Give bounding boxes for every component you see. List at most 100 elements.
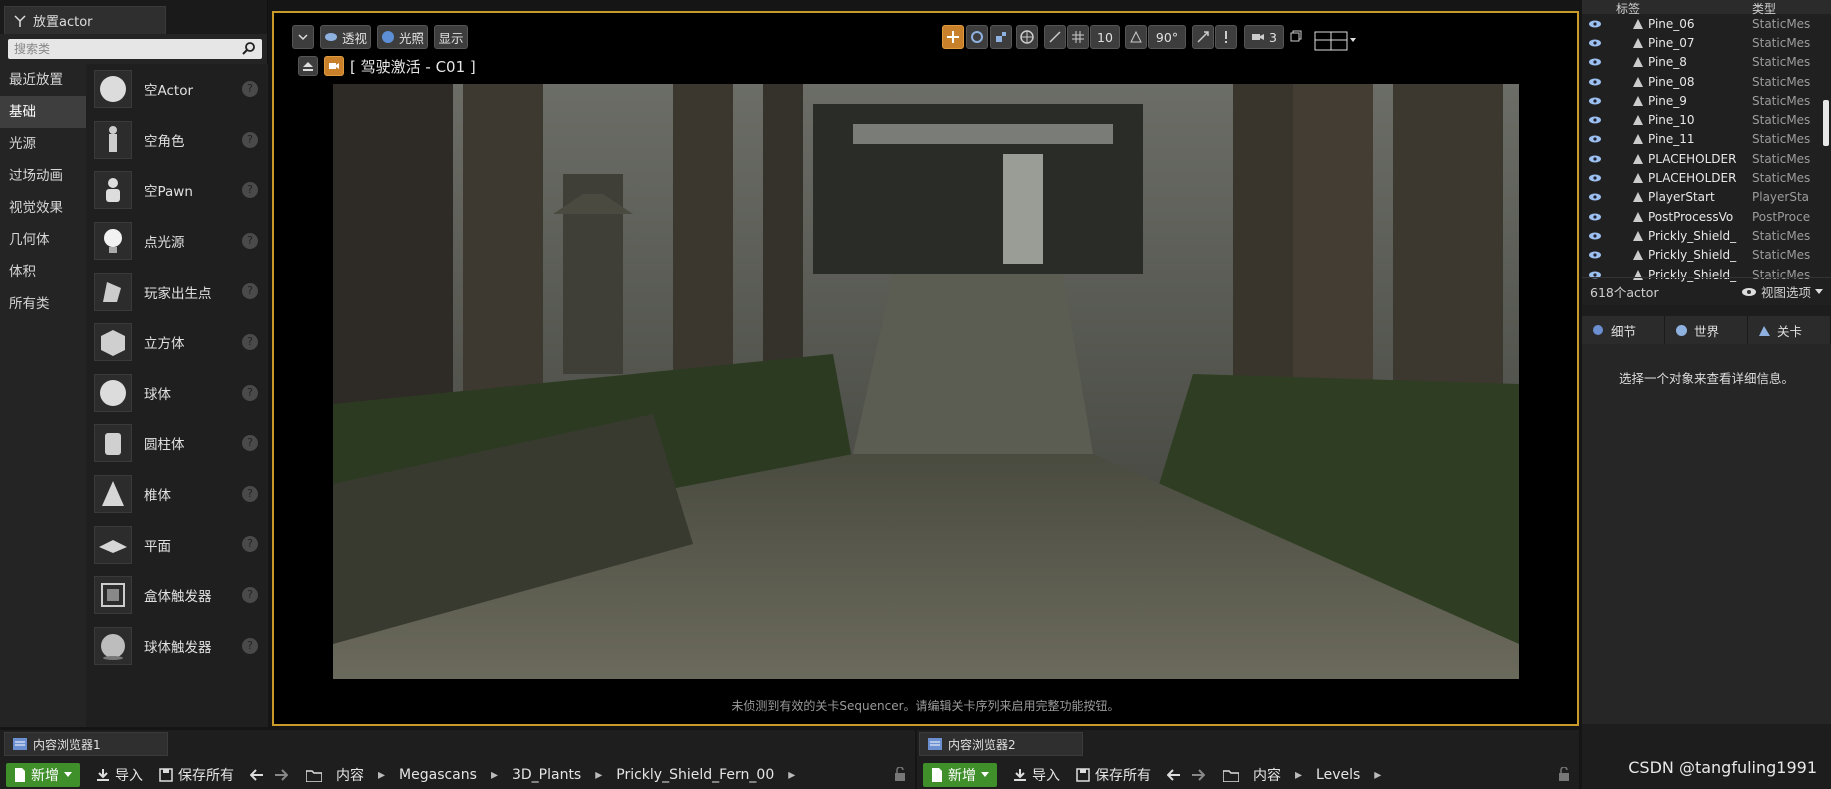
path-segment[interactable]: 3D_Plants bbox=[512, 767, 581, 783]
outliner-row[interactable]: PLACEHOLDER StaticMes bbox=[1582, 168, 1831, 187]
actor-item[interactable]: 空Pawn? bbox=[86, 165, 268, 216]
path-separator-icon[interactable]: ▸ bbox=[491, 767, 498, 783]
category-item[interactable]: 最近放置 bbox=[0, 64, 86, 96]
tab-level[interactable]: 关卡 bbox=[1748, 316, 1830, 344]
new-button[interactable]: 新增 bbox=[923, 763, 997, 787]
outliner-row[interactable]: Pine_9 StaticMes bbox=[1582, 91, 1831, 110]
path-segment[interactable]: Megascans bbox=[399, 767, 477, 783]
import-button[interactable]: 导入 bbox=[1013, 765, 1060, 785]
actor-item[interactable]: 玩家出生点? bbox=[86, 266, 268, 317]
content-browser-1-tab[interactable]: 内容浏览器1 bbox=[4, 732, 168, 756]
path-separator-icon[interactable]: ▸ bbox=[595, 767, 602, 783]
import-button[interactable]: 导入 bbox=[96, 765, 143, 785]
scale-snap-toggle[interactable] bbox=[1192, 25, 1214, 49]
col-type-header[interactable]: 类型 bbox=[1752, 0, 1776, 16]
outliner-row[interactable]: Prickly_Shield_ StaticMes bbox=[1582, 246, 1831, 265]
world-local-toggle[interactable] bbox=[1016, 25, 1038, 49]
col-label-header[interactable]: 标签 bbox=[1616, 0, 1752, 16]
path-segment[interactable]: Levels bbox=[1316, 767, 1360, 783]
outliner-row[interactable]: Pine_06 StaticMes bbox=[1582, 14, 1831, 33]
path-separator-icon[interactable]: ▸ bbox=[1295, 767, 1302, 783]
outliner-row[interactable]: Pine_08 StaticMes bbox=[1582, 72, 1831, 91]
viewport-options-button[interactable] bbox=[292, 25, 314, 49]
path-separator-icon[interactable]: ▸ bbox=[788, 767, 795, 783]
visibility-eye-icon[interactable] bbox=[1588, 58, 1602, 66]
outliner-row[interactable]: Pine_07 StaticMes bbox=[1582, 33, 1831, 52]
category-item[interactable]: 过场动画 bbox=[0, 160, 86, 192]
help-icon[interactable]: ? bbox=[242, 435, 258, 452]
rotation-snap-toggle[interactable] bbox=[1125, 25, 1147, 49]
visibility-eye-icon[interactable] bbox=[1588, 232, 1602, 240]
visibility-eye-icon[interactable] bbox=[1588, 155, 1602, 163]
path-segment[interactable]: 内容 bbox=[1253, 765, 1281, 785]
path-segment[interactable]: 内容 bbox=[336, 765, 364, 785]
scale-snap-value[interactable] bbox=[1215, 25, 1237, 49]
help-icon[interactable]: ? bbox=[242, 333, 258, 350]
visibility-eye-icon[interactable] bbox=[1588, 116, 1602, 124]
actor-item[interactable]: 球体触发器? bbox=[86, 621, 268, 672]
actor-item[interactable]: 立方体? bbox=[86, 317, 268, 368]
category-item[interactable]: 光源 bbox=[0, 128, 86, 160]
actor-item[interactable]: 盒体触发器? bbox=[86, 570, 268, 621]
path-separator-icon[interactable]: ▸ bbox=[1374, 767, 1381, 783]
path-segment[interactable]: Prickly_Shield_Fern_00 bbox=[616, 767, 774, 783]
help-icon[interactable]: ? bbox=[242, 536, 258, 553]
actor-item[interactable]: 空Actor? bbox=[86, 64, 268, 115]
layout-menu-icon[interactable] bbox=[1314, 28, 1356, 52]
category-item[interactable]: 几何体 bbox=[0, 224, 86, 256]
help-icon[interactable]: ? bbox=[242, 131, 258, 148]
help-icon[interactable]: ? bbox=[242, 232, 258, 249]
category-item[interactable]: 视觉效果 bbox=[0, 192, 86, 224]
level-viewport[interactable]: 透视 光照 显示 [ 驾驶激活 - C01 ] 10 90° 3 未侦测到有效的… bbox=[272, 11, 1579, 726]
lit-mode-button[interactable]: 光照 bbox=[377, 25, 428, 49]
actor-item[interactable]: 椎体? bbox=[86, 469, 268, 520]
forward-arrow-icon[interactable] bbox=[1191, 769, 1205, 781]
visibility-eye-icon[interactable] bbox=[1588, 174, 1602, 182]
grid-snap-toggle[interactable] bbox=[1067, 25, 1089, 49]
help-icon[interactable]: ? bbox=[242, 485, 258, 502]
content-browser-2-tab[interactable]: 内容浏览器2 bbox=[919, 732, 1083, 756]
show-button[interactable]: 显示 bbox=[434, 25, 468, 49]
outliner-row[interactable]: Prickly_Shield_ StaticMes bbox=[1582, 226, 1831, 245]
lock-icon[interactable] bbox=[1557, 767, 1571, 781]
eject-button[interactable] bbox=[298, 56, 318, 76]
visibility-eye-icon[interactable] bbox=[1588, 251, 1602, 259]
tab-details[interactable]: 细节 bbox=[1582, 316, 1664, 344]
outliner-row[interactable]: PostProcessVo PostProce bbox=[1582, 207, 1831, 226]
back-arrow-icon[interactable] bbox=[1167, 769, 1181, 781]
back-arrow-icon[interactable] bbox=[250, 769, 264, 781]
actor-item[interactable]: 圆柱体? bbox=[86, 418, 268, 469]
help-icon[interactable]: ? bbox=[242, 384, 258, 401]
actor-item[interactable]: 空角色? bbox=[86, 115, 268, 166]
category-item[interactable]: 体积 bbox=[0, 256, 86, 288]
lock-icon[interactable] bbox=[893, 767, 907, 781]
view-options-button[interactable]: 视图选项 bbox=[1741, 282, 1823, 301]
visibility-eye-icon[interactable] bbox=[1588, 78, 1602, 86]
help-icon[interactable]: ? bbox=[242, 81, 258, 97]
outliner-row[interactable]: PLACEHOLDER StaticMes bbox=[1582, 149, 1831, 168]
rotation-snap-value[interactable]: 90° bbox=[1148, 25, 1186, 49]
outliner-row[interactable]: Pine_11 StaticMes bbox=[1582, 130, 1831, 149]
save-all-button[interactable]: 保存所有 bbox=[159, 765, 234, 785]
actor-item[interactable]: 点光源? bbox=[86, 216, 268, 267]
help-icon[interactable]: ? bbox=[242, 283, 258, 300]
help-icon[interactable]: ? bbox=[242, 586, 258, 603]
visibility-eye-icon[interactable] bbox=[1588, 135, 1602, 143]
outliner-scrollbar[interactable] bbox=[1823, 100, 1829, 146]
perspective-button[interactable]: 透视 bbox=[320, 25, 371, 49]
tab-world[interactable]: 世界 bbox=[1665, 316, 1747, 344]
outliner-row[interactable]: PlayerStart PlayerSta bbox=[1582, 188, 1831, 207]
category-item[interactable]: 所有类 bbox=[0, 288, 86, 320]
help-icon[interactable]: ? bbox=[242, 182, 258, 199]
rotate-tool-button[interactable] bbox=[966, 25, 988, 49]
path-separator-icon[interactable]: ▸ bbox=[378, 767, 385, 783]
visibility-eye-icon[interactable] bbox=[1588, 39, 1602, 47]
scale-tool-button[interactable] bbox=[990, 25, 1012, 49]
grid-snap-value[interactable]: 10 bbox=[1090, 25, 1120, 49]
actor-item[interactable]: 球体? bbox=[86, 368, 268, 419]
camera-speed-button[interactable]: 3 bbox=[1244, 25, 1284, 49]
pilot-camera-button[interactable] bbox=[324, 56, 344, 76]
category-item[interactable]: 基础 bbox=[0, 96, 86, 128]
actor-item[interactable]: 平面? bbox=[86, 519, 268, 570]
new-button[interactable]: 新增 bbox=[6, 763, 80, 787]
